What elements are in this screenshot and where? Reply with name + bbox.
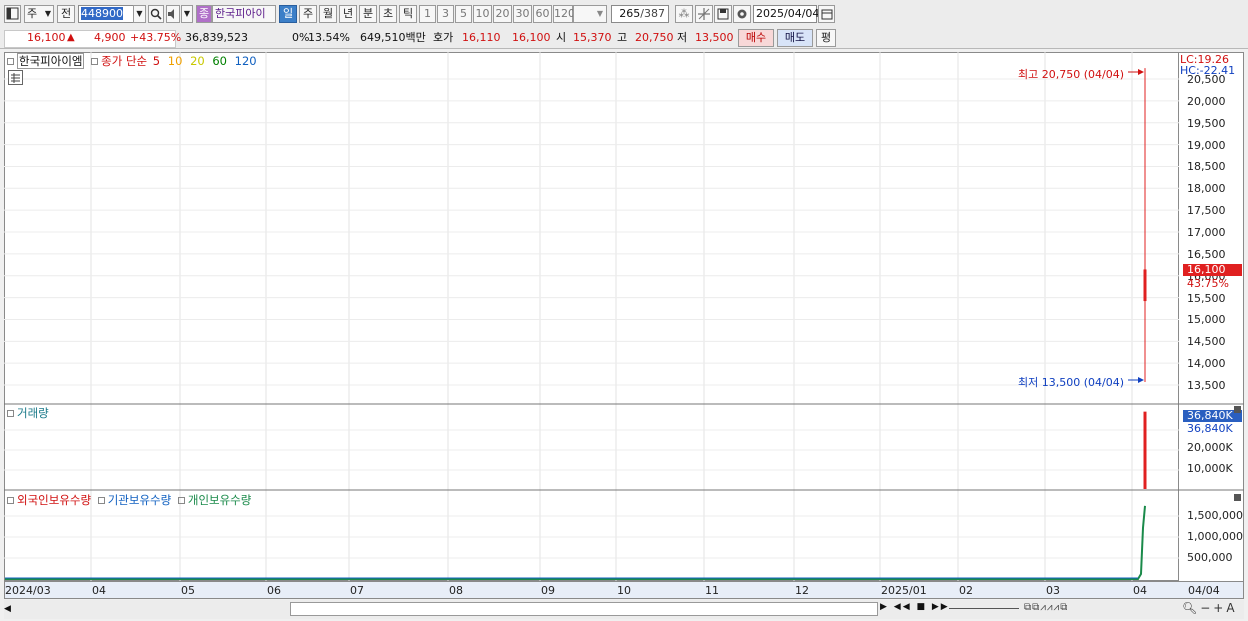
scrollbar[interactable]: ◀ ▶ ◀◀ ■ ▶▶ ⧉⧉⩘⩘⩘⧉ 🔍︎−+A: [4, 600, 1244, 619]
price-y-tick: 19,500: [1187, 116, 1226, 130]
holdings-y-tick: 1,500,000: [1187, 509, 1243, 522]
pane-close-icon[interactable]: [1234, 406, 1241, 413]
price-y-tick: 15,000: [1187, 313, 1226, 327]
holdings-y-tick: 500,000: [1187, 551, 1233, 564]
legend-ma-20: 20: [190, 54, 205, 68]
legend-ma-5: 5: [152, 54, 161, 68]
high-annotation: 최고 20,750 (04/04): [1018, 68, 1125, 81]
legend-marker: [177, 497, 185, 504]
x-tick-label: 09: [541, 584, 555, 597]
x-tick-label: 11: [705, 584, 719, 597]
price-y-tick: 14,500: [1187, 335, 1226, 349]
price-y-tick: 17,500: [1187, 204, 1226, 218]
price-y-tick: 20,500: [1187, 73, 1226, 86]
holdings-legend: 외국인보유수량 기관보유수량 개인보유수량: [7, 492, 251, 508]
scroll-left-icon[interactable]: ◀: [4, 602, 16, 616]
legend-marker: [91, 58, 99, 65]
low-annotation: 최저 13,500 (04/04): [1018, 376, 1125, 389]
volume-last-value: 36,840K: [1187, 422, 1233, 435]
price-y-tick: 19,000: [1187, 138, 1226, 152]
legend-institution: 기관보유수량: [107, 493, 172, 507]
volume-bar: [1143, 411, 1147, 489]
x-tick-label: 06: [267, 584, 281, 597]
price-y-tick: 18,500: [1187, 160, 1226, 174]
legend-marker: [7, 58, 14, 65]
volume-legend: 거래량: [7, 405, 49, 421]
price-y-tick: 16,500: [1187, 247, 1226, 261]
low-arrow-head: [1138, 377, 1144, 383]
x-tick-label: 07: [350, 584, 364, 597]
x-tick-label: 08: [449, 584, 463, 597]
holdings-y-tick: 1,000,000: [1187, 530, 1243, 543]
volume-y-tick: 20,000K: [1187, 441, 1233, 454]
x-tick-label: 12: [795, 584, 809, 597]
volume-title: 거래량: [17, 406, 49, 420]
price-legend: 한국피아이엠 종가 단순 5 10 20 60 120: [7, 53, 257, 69]
drawing-tools-icon[interactable]: ⧉⧉⩘⩘⩘⧉: [1024, 602, 1068, 613]
candle-body: [1143, 269, 1147, 302]
volume-y-tick: 10,000K: [1187, 462, 1233, 475]
table-icon[interactable]: [8, 70, 23, 85]
last-pct-tag: 43.75%: [1187, 277, 1229, 290]
zoom-controls[interactable]: 🔍︎−+A: [1182, 601, 1238, 615]
scroll-thumb[interactable]: [290, 602, 878, 616]
legend-marker: [7, 410, 14, 417]
x-tick-label: 04: [1133, 584, 1147, 597]
legend-ma-label: 종가 단순: [101, 54, 148, 68]
playback-controls[interactable]: ▶ ◀◀ ■ ▶▶: [880, 602, 950, 612]
legend-stock-name[interactable]: 한국피아이엠: [17, 53, 85, 69]
price-y-tick: 13,500: [1187, 379, 1226, 393]
x-tick-label: 2025/01: [881, 584, 927, 597]
zoom-slider[interactable]: [949, 608, 1019, 609]
legend-ma-60: 60: [212, 54, 227, 68]
price-y-tick: 18,000: [1187, 182, 1226, 196]
last-price-tag: 16,100: [1183, 264, 1242, 276]
pane-close-icon[interactable]: [1234, 494, 1241, 501]
legend-marker: [97, 497, 105, 504]
high-arrow-head: [1138, 69, 1144, 75]
price-y-tick: 20,000: [1187, 94, 1226, 108]
legend-ma-120: 120: [234, 54, 257, 68]
x-tick-label: 03: [1046, 584, 1060, 597]
x-tick-label: 2024/03: [5, 584, 51, 597]
legend-marker: [7, 497, 14, 504]
x-last-date: 04/04: [1188, 584, 1220, 597]
x-tick-label: 05: [181, 584, 195, 597]
chart-svg: [4, 52, 1244, 581]
x-tick-label: 02: [959, 584, 973, 597]
holdings-individual-line: [5, 505, 1146, 580]
price-y-tick: 17,000: [1187, 226, 1226, 240]
x-tick-label: 10: [617, 584, 631, 597]
legend-individual: 개인보유수량: [187, 493, 252, 507]
legend-foreign: 외국인보유수량: [17, 493, 92, 507]
price-y-tick: 14,000: [1187, 357, 1226, 371]
legend-ma-10: 10: [167, 54, 183, 68]
price-y-tick: 15,500: [1187, 291, 1226, 305]
x-tick-label: 04: [92, 584, 106, 597]
